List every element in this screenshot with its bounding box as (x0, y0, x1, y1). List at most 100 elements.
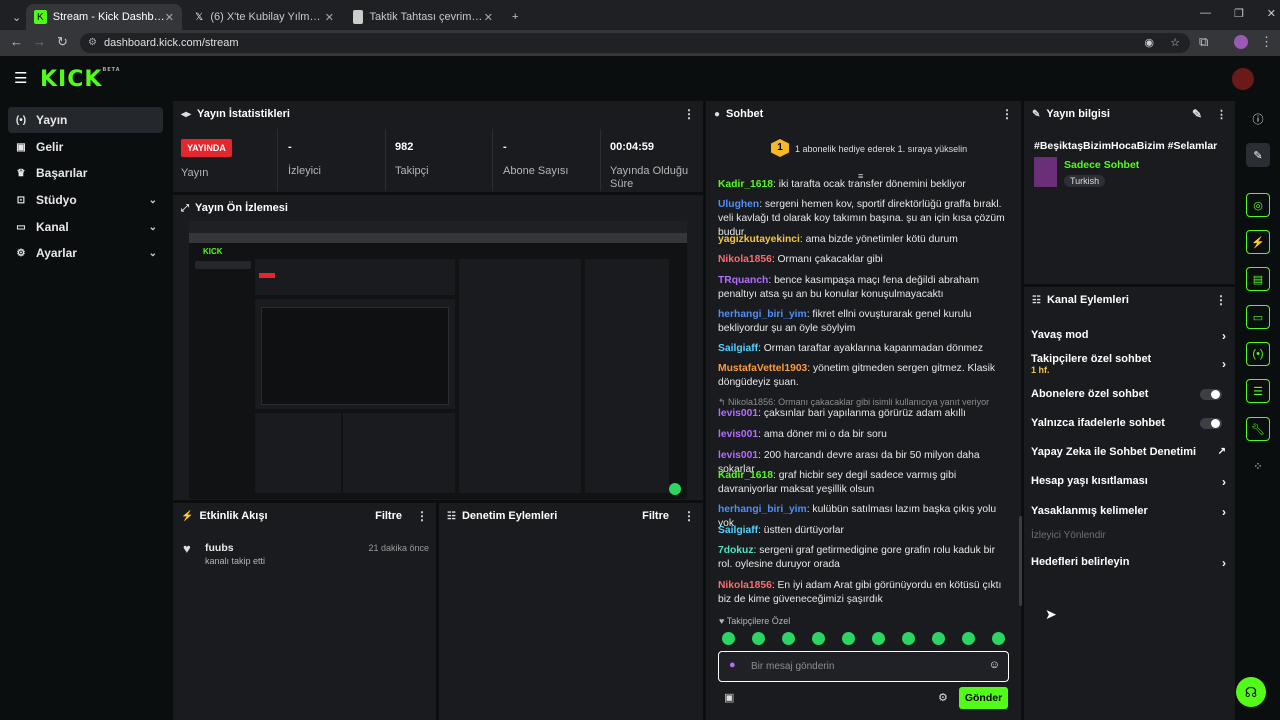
layout-icon[interactable]: ☰ (1246, 379, 1270, 403)
back-icon[interactable]: ← (10, 34, 23, 49)
toggle-switch[interactable] (1200, 418, 1222, 429)
broadcast-icon[interactable]: (•) (1246, 342, 1270, 366)
emote[interactable] (902, 632, 915, 645)
toggle-switch[interactable] (1200, 389, 1222, 400)
sidebar-item-yayin[interactable]: (•) Yayın (8, 107, 163, 133)
profile-avatar[interactable] (1234, 35, 1248, 49)
reload-icon[interactable]: ↻ (57, 34, 68, 50)
chat-username[interactable]: Nikola1856 (718, 580, 772, 591)
emote[interactable] (752, 632, 765, 645)
lightning-icon[interactable]: ⚡ (1246, 230, 1270, 254)
more-options-icon[interactable]: ⋮ (1215, 293, 1227, 307)
activity-filter-button[interactable]: Filtre (375, 510, 402, 522)
tab-kick-dashboard[interactable]: K Stream - Kick Dashboard ✕ (26, 4, 182, 30)
restore-icon[interactable]: ❐ (1234, 7, 1244, 20)
site-info-icon[interactable]: ⚙ (88, 33, 97, 53)
close-icon[interactable]: ✕ (484, 11, 493, 24)
chat-username[interactable]: herhangi_biri_yim (718, 309, 807, 320)
camera-icon[interactable]: ◎ (1246, 193, 1270, 217)
action-banned-words[interactable]: Yasaklanmış kelimeler › (1031, 505, 1226, 519)
chat-username[interactable]: yagizkutayekinci (718, 234, 800, 245)
more-options-icon[interactable]: ⋮ (1001, 107, 1013, 121)
more-options-icon[interactable]: ⋮ (1216, 108, 1227, 121)
user-avatar[interactable] (1232, 68, 1254, 90)
sidebar-item-gelir[interactable]: ▣ Gelir (8, 134, 163, 160)
gift-sub-banner[interactable]: 1 1 abonelik hediye ederek 1. sıraya yük… (706, 129, 1021, 173)
edit-icon[interactable]: ✎ (1192, 107, 1202, 121)
chat-username[interactable]: Sailgiaff (718, 343, 758, 354)
stream-stats-header: ◂▸ Yayın İstatistikleri ⋮ (181, 107, 695, 121)
reply-icon: ↰ (718, 397, 729, 407)
sidebar-item-kanal[interactable]: ▭ Kanal ⌄ (8, 214, 163, 240)
emote[interactable] (962, 632, 975, 645)
sidebar-item-basarilar[interactable]: ♛ Başarılar (8, 160, 163, 186)
chat-username[interactable]: Sailgiaff (718, 525, 758, 536)
emoji-icon[interactable]: ☺ (989, 659, 1000, 671)
tab-taktik[interactable]: Taktik Tahtası çevrimiçi - Futbol ✕ (345, 4, 501, 30)
emote[interactable] (722, 632, 735, 645)
url-field[interactable]: ⚙ dashboard.kick.com/stream ◉ ☆ (80, 33, 1190, 53)
chat-username[interactable]: Ulughen (718, 199, 759, 210)
emote[interactable] (782, 632, 795, 645)
chat-input[interactable]: ● Bir mesaj gönderin ☺ (718, 651, 1009, 682)
wrench-icon[interactable]: 🔧︎ (1246, 417, 1270, 441)
category-link[interactable]: Sadece Sohbet (1064, 159, 1139, 171)
bookmark-star-icon[interactable]: ☆ (1170, 33, 1180, 53)
chat-username[interactable]: herhangi_biri_yim (718, 504, 807, 515)
more-options-icon[interactable]: ⋮ (416, 509, 428, 523)
sidebar-item-ayarlar[interactable]: ⚙ Ayarlar ⌄ (8, 240, 163, 266)
sidebar-item-studyo[interactable]: ⊡ Stüdyo ⌄ (8, 187, 163, 213)
emote[interactable] (872, 632, 885, 645)
emote[interactable] (992, 632, 1005, 645)
chat-scrollbar[interactable] (1019, 516, 1022, 606)
forward-icon[interactable]: → (33, 34, 46, 49)
emote[interactable] (812, 632, 825, 645)
chat-username[interactable]: levis001 (718, 450, 758, 461)
close-icon[interactable]: ✕ (325, 11, 334, 24)
gear-icon[interactable]: ⚙ (938, 691, 948, 704)
action-slow-mode[interactable]: Yavaş mod › (1031, 329, 1226, 343)
extensions-icon[interactable]: ⧉ (1199, 34, 1208, 50)
close-window-icon[interactable]: ✕ (1267, 7, 1276, 20)
info-icon[interactable]: ⓘ (1246, 107, 1270, 131)
send-button[interactable]: Gönder (959, 687, 1008, 709)
more-options-icon[interactable]: ⋮ (683, 107, 695, 121)
hamburger-menu-icon[interactable]: ☰ (14, 69, 27, 87)
apps-icon[interactable]: ⁘ (1246, 454, 1270, 478)
action-account-age[interactable]: Hesap yaşı kısıtlaması › (1031, 475, 1226, 489)
tab-x[interactable]: 𝕏 (6) X'te Kubilay Yılmaz: "He x-C ✕ (186, 4, 342, 30)
tab-list-button[interactable]: ⌄ (4, 4, 24, 30)
chat-username[interactable]: Nikola1856 (718, 254, 772, 265)
gift-icon[interactable]: ▣ (724, 691, 734, 704)
pencil-icon[interactable]: ✎ (1246, 143, 1270, 167)
chat-username[interactable]: 7dokuz (718, 545, 753, 556)
action-emotes-only[interactable]: Yalnızca ifadelerle sohbet (1031, 417, 1226, 429)
chat-username[interactable]: TRquanch (718, 275, 768, 286)
emote[interactable] (932, 632, 945, 645)
more-options-icon[interactable]: ⋮ (683, 509, 695, 523)
kick-logo[interactable]: KICKBETA (40, 67, 121, 92)
action-subscribers-only[interactable]: Abonelere özel sohbet (1031, 388, 1226, 400)
action-followers-only[interactable]: Takipçilere özel sohbet › 1 hf. (1031, 353, 1226, 375)
microphone-icon[interactable]: ● (729, 659, 736, 671)
stream-preview-video[interactable]: KICK (189, 221, 687, 499)
chat-icon[interactable]: ▭ (1246, 305, 1270, 329)
moderation-filter-button[interactable]: Filtre (642, 510, 669, 522)
action-goals[interactable]: Hedefleri belirleyin › (1031, 556, 1226, 570)
clipboard-icon[interactable]: ▤ (1246, 267, 1270, 291)
support-headset-icon[interactable]: ☊ (1236, 677, 1266, 707)
new-tab-button[interactable]: + (504, 4, 524, 30)
close-icon[interactable]: ✕ (165, 11, 174, 24)
eye-off-icon[interactable]: ◉ (1144, 33, 1154, 53)
chat-username[interactable]: Kadir_1618 (718, 179, 773, 190)
chat-username[interactable]: levis001 (718, 429, 758, 440)
chat-username[interactable]: Kadir_1618 (718, 470, 773, 481)
browser-menu-icon[interactable]: ⋮ (1260, 34, 1273, 50)
chat-username[interactable]: levis001 (718, 408, 758, 419)
chat-username[interactable]: MustafaVettel1903 (718, 363, 807, 374)
chat-message: 7dokuz: sergeni graf getirmedigine gore … (718, 545, 996, 570)
emote[interactable] (842, 632, 855, 645)
minimize-icon[interactable]: — (1200, 7, 1211, 20)
action-ai-moderation[interactable]: Yapay Zeka ile Sohbet Denetimi ↗ (1031, 446, 1226, 458)
chevron-right-icon: › (1222, 505, 1226, 519)
